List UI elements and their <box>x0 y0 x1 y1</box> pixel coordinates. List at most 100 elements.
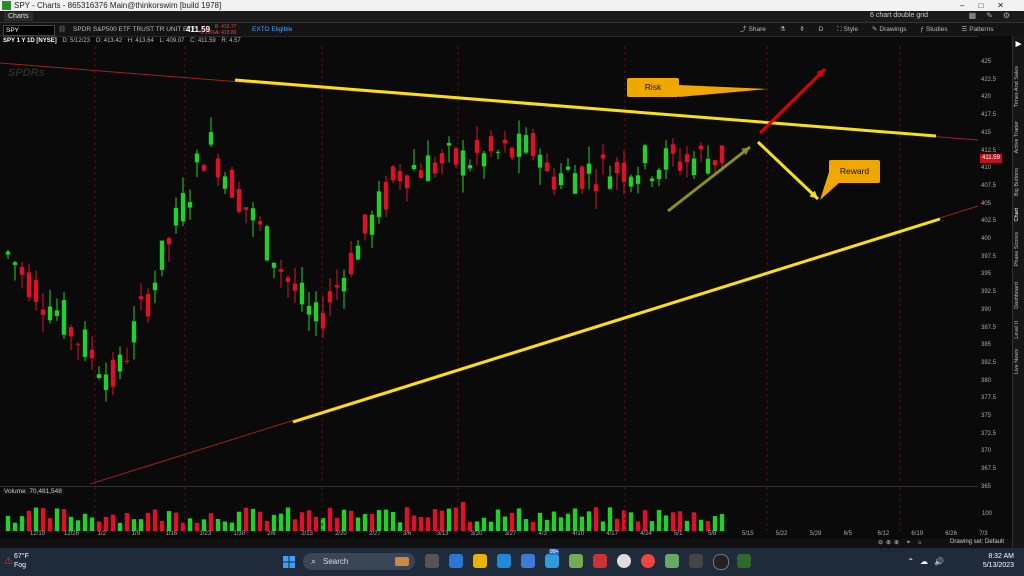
price-tick-label: 395 <box>981 271 992 278</box>
link-icon[interactable]: ⛓ <box>58 23 66 36</box>
bar-range: R: 4.57 <box>221 38 241 44</box>
taskbar-search[interactable]: ⌕ Search <box>303 553 415 570</box>
tab-level-ii[interactable]: Level II <box>1014 321 1024 339</box>
patterns-button[interactable]: Patterns <box>969 26 993 33</box>
candle-body <box>397 171 403 182</box>
chart-symbol-period[interactable]: SPY 1 Y 1D [NYSE] <box>3 38 57 44</box>
studies-button[interactable]: Studies <box>926 26 948 33</box>
right-toolbar: ⤴ Share ⚗ ⚱ D ⛶ Style ✎ Drawings ƒ Studies ☰… <box>728 23 993 36</box>
last-price-tag: 411.59 <box>980 154 1002 163</box>
price-tick-label: 422.5 <box>981 76 997 83</box>
mail-icon[interactable] <box>497 554 511 568</box>
candle-body <box>502 139 508 144</box>
candle-body <box>19 267 25 275</box>
volume-bar <box>355 517 361 531</box>
file-explorer-icon[interactable] <box>473 554 487 568</box>
candle-body <box>341 277 347 292</box>
grid-tool-icons[interactable]: ▦✎⚙ <box>969 11 1020 20</box>
task-view-icon[interactable] <box>425 554 439 568</box>
volume-bar <box>446 508 452 531</box>
system-tray-icons[interactable]: ⌃☁🔊 <box>907 557 950 566</box>
video-app-icon[interactable] <box>449 554 463 568</box>
clock[interactable]: 8:32 AM 5/13/2023 <box>983 552 1014 570</box>
price-tick-label: 377.5 <box>981 395 997 402</box>
weather-icon[interactable]: ⚠ <box>4 556 13 567</box>
volume-bar <box>481 517 487 531</box>
volume-bar <box>719 514 725 531</box>
share-button[interactable]: Share <box>749 26 766 33</box>
sidebar-expand-icon[interactable]: ◀ <box>1014 40 1024 49</box>
candle-body <box>327 291 333 303</box>
tab-big-buttons[interactable]: Big Buttons <box>1014 168 1024 196</box>
patterns-icon[interactable]: ☰ <box>961 26 967 33</box>
tab-charts[interactable]: Charts <box>4 12 33 21</box>
studies-icon[interactable]: ƒ <box>920 26 924 33</box>
date-tick-label: 12/26 <box>63 531 79 537</box>
date-tick-label: 6/19 <box>911 531 924 537</box>
volume-bar <box>565 513 571 531</box>
candle-body <box>26 272 32 298</box>
chrome-icon[interactable] <box>617 554 631 568</box>
volume-bar <box>145 512 151 531</box>
tab-active-trader[interactable]: Active Trader <box>1014 121 1024 153</box>
candle-body <box>201 165 207 171</box>
flask-icon[interactable]: ⚱ <box>799 26 804 33</box>
thinkorswim-taskbar-icon[interactable] <box>737 554 751 568</box>
date-tick-label: 5/22 <box>775 531 788 537</box>
beaker-icon[interactable]: ⚗ <box>780 26 786 33</box>
price-chart[interactable] <box>0 46 978 484</box>
price-axis[interactable]: 425 422.5 420 417.5 415 412.5 410 407.5 405 402.5… <box>978 36 1012 536</box>
close-button[interactable]: ✕ <box>997 1 1018 10</box>
date-tick-label: 6/12 <box>877 531 890 537</box>
app-icon-6[interactable] <box>713 554 729 570</box>
weather-widget[interactable]: 67°F Fog <box>14 552 29 570</box>
tab-live-news[interactable]: Live News <box>1014 349 1024 374</box>
volume-bar <box>348 510 354 531</box>
volume-bar <box>404 507 410 531</box>
grid-layout-label[interactable]: 6 chart double grid <box>870 12 928 19</box>
volume-title: Volume <box>4 488 26 495</box>
candle-body <box>222 176 228 189</box>
app-icon-2[interactable] <box>593 554 607 568</box>
date-tick-label: 2/6 <box>267 531 276 537</box>
candle-body <box>530 133 536 157</box>
teams-icon[interactable] <box>545 554 559 568</box>
tab-phase-scores[interactable]: Phase Scores <box>1014 232 1024 266</box>
tab-times-and-sales[interactable]: Times And Sales <box>1014 66 1024 107</box>
app-icon-4[interactable] <box>665 554 679 568</box>
candle-body <box>376 191 382 217</box>
volume-bar <box>110 514 116 531</box>
symbol-input[interactable]: SPY <box>3 25 55 36</box>
volume-bar <box>54 508 60 531</box>
candle-body <box>152 282 158 291</box>
candle-body <box>236 189 242 212</box>
search-placeholder: Search <box>323 557 349 566</box>
store-icon[interactable] <box>521 554 535 568</box>
maximize-button[interactable]: □ <box>978 1 997 10</box>
candle-body <box>439 153 445 164</box>
volume-chart[interactable] <box>0 486 978 531</box>
candle-body <box>558 173 564 186</box>
tab-chart[interactable]: Chart <box>1014 208 1024 221</box>
minimize-button[interactable]: – <box>960 1 978 10</box>
drawings-icon[interactable]: ✎ <box>872 26 877 33</box>
app-icon-5[interactable] <box>689 554 703 568</box>
tab-dashboard[interactable]: Dashboard <box>1014 282 1024 309</box>
candle-body <box>600 154 606 159</box>
share-icon[interactable]: ⤴ <box>740 26 747 33</box>
volume-bar <box>19 516 25 531</box>
title-bar: SPY - Charts - 865316376 Main@thinkorswi… <box>0 0 1024 11</box>
windows-start-icon[interactable] <box>283 556 295 568</box>
zoom-controls[interactable]: ⊖⊕⊕ ⌖ ⌂ <box>878 539 924 547</box>
window-controls[interactable]: –□✕ <box>960 0 1018 11</box>
app-icon-1[interactable] <box>569 554 583 568</box>
period-button[interactable]: D <box>819 26 824 33</box>
volume-bar <box>607 507 613 531</box>
drawings-button[interactable]: Drawings <box>879 26 906 33</box>
date-tick-label: 6/5 <box>843 531 852 537</box>
style-button[interactable]: Style <box>844 26 858 33</box>
style-icon[interactable]: ⛶ <box>837 26 842 33</box>
drawing-set-label[interactable]: Drawing set: Default <box>950 539 1004 545</box>
app-icon-3[interactable] <box>641 554 655 568</box>
spdr-watermark: SPDRs <box>8 67 45 79</box>
